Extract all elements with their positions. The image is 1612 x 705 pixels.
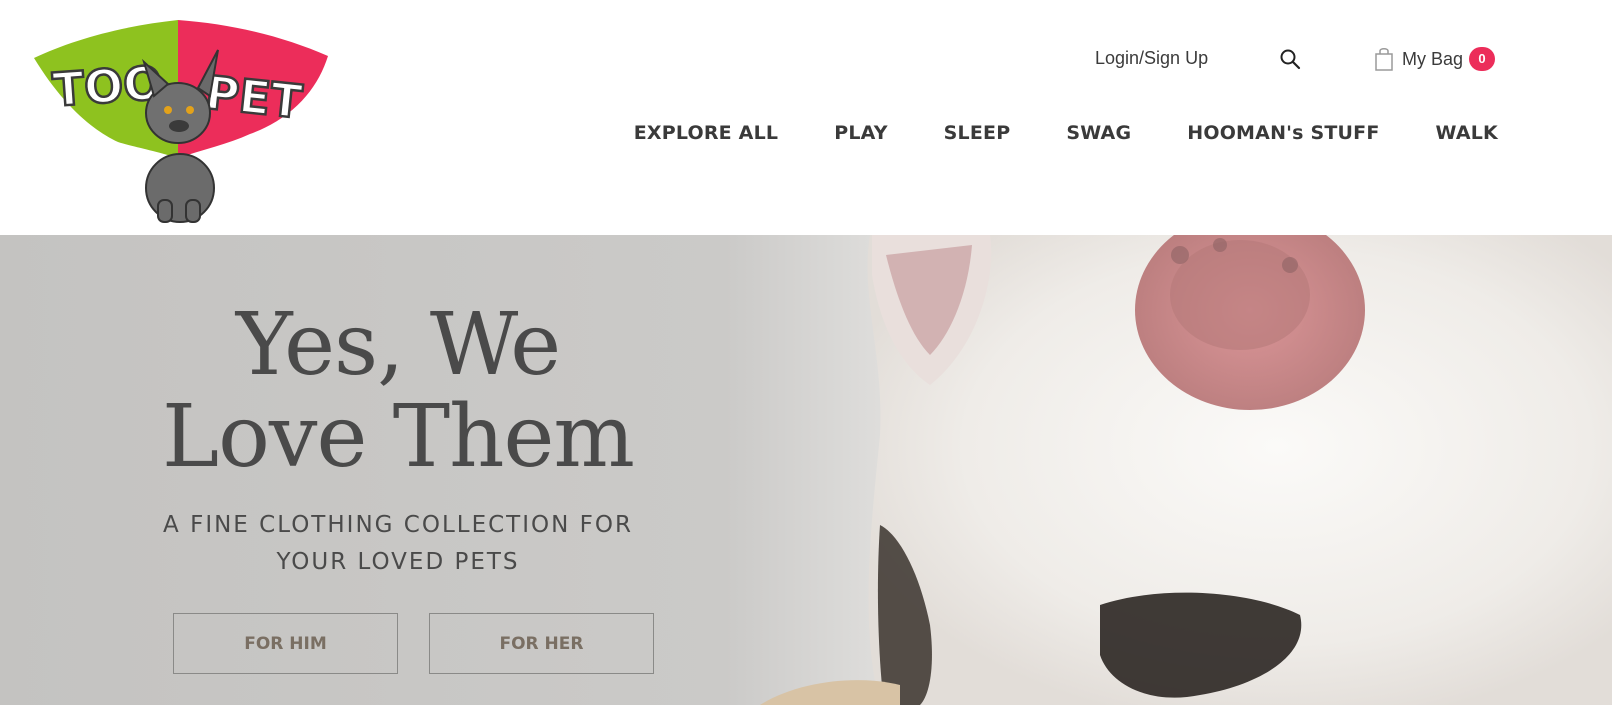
hero-subtitle: A FINE CLOTHING COLLECTION FOR YOUR LOVE… xyxy=(148,507,648,581)
login-signup-link[interactable]: Login/Sign Up xyxy=(1095,48,1208,69)
svg-text:PET: PET xyxy=(203,65,305,129)
my-bag-button[interactable]: My Bag 0 xyxy=(1374,44,1496,74)
hero-subtitle-line-1: A FINE CLOTHING COLLECTION FOR xyxy=(163,512,633,538)
hero-title-line-2: Love Them xyxy=(162,387,635,487)
for-her-button[interactable]: FOR HER xyxy=(429,613,654,674)
nav-item-sleep[interactable]: SLEEP xyxy=(944,122,1011,144)
site-header: TOO PET Login/Sign Up My Bag 0 EXPLORE A… xyxy=(0,0,1612,235)
search-icon[interactable] xyxy=(1278,47,1302,71)
nav-item-hoomans-stuff[interactable]: HOOMAN's STUFF xyxy=(1187,122,1379,144)
shopping-bag-icon xyxy=(1375,48,1393,71)
main-nav: EXPLORE ALL PLAY SLEEP SWAG HOOMAN's STU… xyxy=(578,122,1498,144)
my-bag-label: My Bag xyxy=(1402,48,1464,69)
nav-item-swag[interactable]: SWAG xyxy=(1066,122,1131,144)
hero-title: Yes, We Love Them xyxy=(148,299,648,483)
hero-copy: Yes, We Love Them A FINE CLOTHING COLLEC… xyxy=(148,299,648,581)
utility-bar: Login/Sign Up My Bag 0 xyxy=(0,44,1612,74)
for-him-button[interactable]: FOR HIM xyxy=(173,613,398,674)
hero-title-line-1: Yes, We xyxy=(235,295,561,395)
nav-item-explore-all[interactable]: EXPLORE ALL xyxy=(634,122,778,144)
bag-count-badge: 0 xyxy=(1469,47,1496,71)
hero-banner: Yes, We Love Them A FINE CLOTHING COLLEC… xyxy=(0,235,1612,705)
page: TOO PET Login/Sign Up My Bag 0 EXPLORE A… xyxy=(0,0,1612,705)
nav-item-walk[interactable]: WALK xyxy=(1436,122,1498,144)
hero-buttons: FOR HIM FOR HER xyxy=(173,613,685,674)
hero-subtitle-line-2: YOUR LOVED PETS xyxy=(276,549,520,575)
nav-item-play[interactable]: PLAY xyxy=(834,122,887,144)
